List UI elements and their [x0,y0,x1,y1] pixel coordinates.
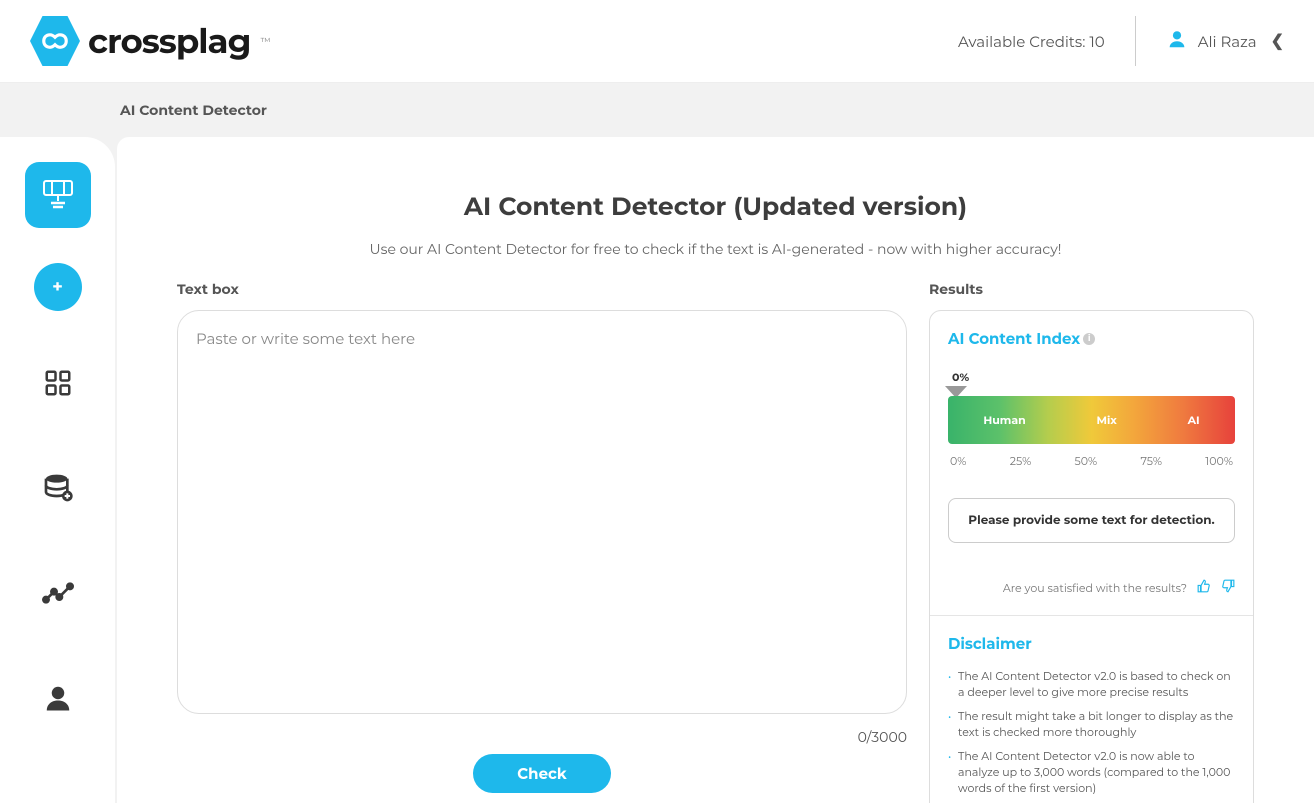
analytics-icon [42,577,74,609]
content-textarea[interactable] [177,310,907,714]
page-title: AI Content Detector (Updated version) [177,192,1254,222]
brand-name: crossplag [88,20,250,62]
feedback-row: Are you satisfied with the results? [948,579,1235,597]
check-button[interactable]: Check [473,754,610,793]
user-menu[interactable]: Ali Raza ❮ [1166,28,1284,54]
header: crossplag ™ Available Credits: 10 Ali Ra… [0,0,1314,83]
disclaimer-item: The AI Content Detector v2.0 is now able… [948,749,1235,797]
ai-index-gauge: 0% Human Mix AI 0% 25% 50% 7 [948,370,1235,468]
trademark: ™ [260,35,270,48]
page-subtitle: Use our AI Content Detector for free to … [177,240,1254,258]
results-card: AI Content Index i 0% Human Mix AI [929,310,1254,803]
sidebar-item-analytics[interactable] [41,576,75,610]
sidebar-item-profile[interactable] [41,681,75,715]
logo[interactable]: crossplag ™ [30,16,271,66]
profile-icon [43,683,73,713]
chevron-left-icon: ❮ [1271,31,1284,51]
gauge-bar: Human Mix AI [948,396,1235,444]
results-label: Results [929,280,1254,298]
disclaimer-item: The AI Content Detector v2.0 is based to… [948,669,1235,701]
thumbs-down-icon[interactable] [1221,579,1235,597]
gauge-label-human: Human [983,413,1025,427]
logo-icon [30,16,80,66]
ai-index-title: AI Content Index i [948,329,1235,348]
main-content: AI Content Detector (Updated version) Us… [117,137,1314,803]
disclaimer-list: The AI Content Detector v2.0 is based to… [948,669,1235,803]
gauge-label-ai: AI [1188,413,1200,427]
database-icon [42,472,74,504]
sidebar-item-credits[interactable] [41,471,75,505]
user-icon [1166,28,1188,54]
feedback-label: Are you satisfied with the results? [1003,581,1187,595]
available-credits: Available Credits: 10 [958,32,1105,51]
gauge-marker-value: 0% [952,370,1235,384]
char-counter: 0/3000 [177,728,907,746]
disclaimer-item: The result might take a bit longer to di… [948,709,1235,741]
info-icon[interactable]: i [1083,333,1095,345]
detector-icon [38,175,78,215]
detection-prompt: Please provide some text for detection. [948,498,1235,543]
gauge-label-mix: Mix [1096,413,1116,427]
sidebar-item-detector[interactable] [25,162,91,228]
thumbs-up-icon[interactable] [1197,579,1211,597]
disclaimer-title: Disclaimer [948,634,1235,653]
breadcrumb: AI Content Detector [0,83,1314,137]
sidebar-item-dashboard[interactable] [41,366,75,400]
user-name: Ali Raza [1198,32,1257,51]
textbox-label: Text box [177,280,907,298]
plus-icon: + [52,276,63,298]
header-divider [1135,16,1136,66]
gauge-ticks: 0% 25% 50% 75% 100% [948,454,1235,468]
dashboard-icon [43,368,73,398]
sidebar: + [0,137,115,803]
sidebar-add-button[interactable]: + [34,263,82,311]
